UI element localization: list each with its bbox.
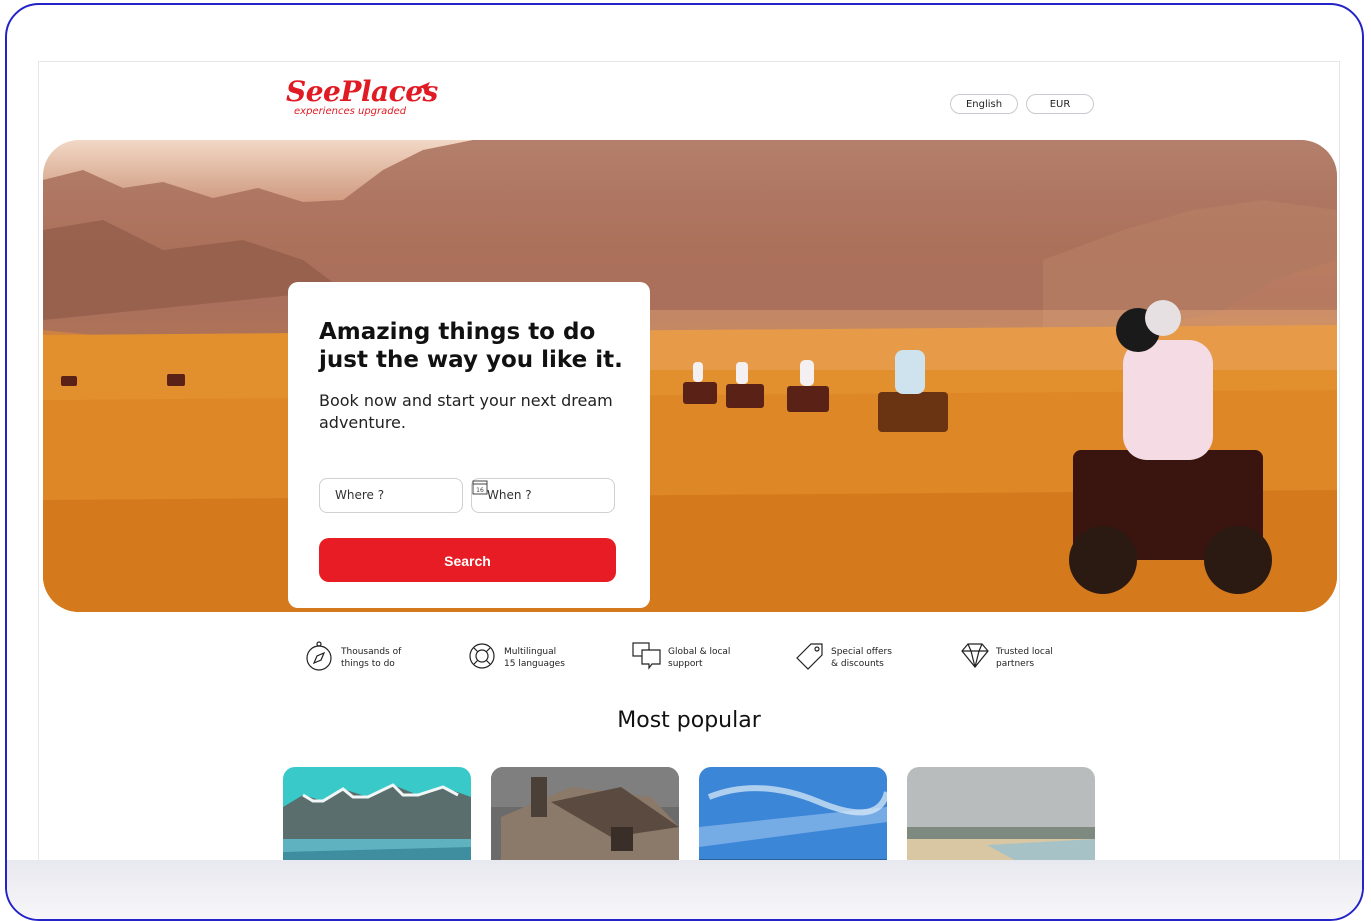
feature-things-to-do: Thousands of things to do bbox=[305, 640, 435, 672]
hero-subtitle: Book now and start your next dream adven… bbox=[319, 391, 613, 432]
feature-offers: Special offers & discounts bbox=[795, 640, 925, 672]
chat-bubbles-icon bbox=[632, 642, 661, 670]
language-selector[interactable]: English bbox=[950, 94, 1018, 114]
where-placeholder: Where ? bbox=[335, 488, 385, 502]
bottom-fade bbox=[7, 860, 1362, 919]
brand-logo[interactable]: SeePlaces experiences upgraded bbox=[286, 75, 438, 118]
blue-sky-sea-image bbox=[699, 767, 887, 867]
search-button[interactable]: Search bbox=[319, 538, 616, 582]
popular-item-mountain-lake[interactable] bbox=[283, 767, 471, 867]
popular-item-blue-sky[interactable] bbox=[699, 767, 887, 867]
hero-banner: Amazing things to do just the way you li… bbox=[43, 140, 1337, 612]
tag-icon bbox=[796, 643, 823, 670]
where-input[interactable]: Where ? bbox=[319, 478, 463, 513]
feature-partners: Trusted local partners bbox=[960, 640, 1090, 672]
wooden-cabin-image bbox=[491, 767, 679, 867]
logo-text: SeePlaces bbox=[286, 75, 438, 108]
calendar-day: 16 bbox=[476, 487, 484, 494]
diamond-icon bbox=[961, 643, 989, 668]
calendar-icon[interactable]: 16 bbox=[472, 479, 488, 495]
web-page: SeePlaces experiences upgraded English E… bbox=[38, 61, 1340, 868]
feature-text: Trusted local partners bbox=[996, 647, 1053, 669]
device-frame: SeePlaces experiences upgraded English E… bbox=[5, 3, 1364, 921]
beach-town-image bbox=[907, 767, 1095, 867]
hero-title: Amazing things to do just the way you li… bbox=[319, 319, 623, 373]
mountain-lake-image bbox=[283, 767, 471, 867]
feature-support: Global & local support bbox=[632, 640, 762, 672]
when-input[interactable]: When ? 16 bbox=[471, 478, 615, 513]
popular-item-beach-town[interactable] bbox=[907, 767, 1095, 867]
most-popular-title: Most popular bbox=[617, 708, 761, 733]
lifebuoy-icon bbox=[469, 643, 495, 669]
paper-plane-icon bbox=[416, 82, 430, 92]
desert-quad-bike-photo bbox=[43, 140, 1337, 612]
popular-item-wooden-cabin[interactable] bbox=[491, 767, 679, 867]
currency-selector[interactable]: EUR bbox=[1026, 94, 1094, 114]
feature-text: Thousands of things to do bbox=[341, 647, 402, 669]
feature-text: Multilingual 15 languages bbox=[504, 647, 565, 669]
feature-multilingual: Multilingual 15 languages bbox=[468, 640, 598, 672]
when-placeholder: When ? bbox=[487, 488, 532, 502]
search-card: Amazing things to do just the way you li… bbox=[288, 282, 650, 608]
feature-text: Global & local support bbox=[668, 647, 731, 669]
feature-text: Special offers & discounts bbox=[831, 647, 892, 669]
compass-icon bbox=[306, 641, 332, 671]
